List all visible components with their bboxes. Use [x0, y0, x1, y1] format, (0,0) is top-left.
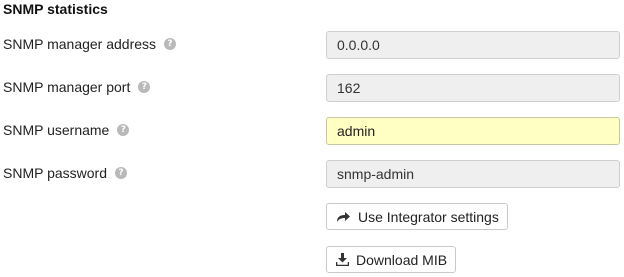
question-circle-icon[interactable]: ?	[164, 38, 177, 50]
use-integrator-settings-button[interactable]: Use Integrator settings	[326, 203, 508, 230]
question-circle-icon[interactable]: ?	[138, 81, 151, 93]
username-input[interactable]	[326, 117, 620, 145]
password-label: SNMP password	[3, 165, 108, 181]
share-arrow-icon	[336, 211, 351, 223]
manager-port-input[interactable]	[326, 74, 620, 102]
password-row-label: SNMP password ?	[3, 164, 128, 182]
section-title: SNMP statistics	[3, 1, 108, 17]
manager-address-input[interactable]	[326, 31, 620, 59]
manager-port-row-label: SNMP manager port ?	[3, 78, 151, 96]
download-mib-label: Download MIB	[356, 251, 448, 268]
username-row-label: SNMP username ?	[3, 121, 130, 139]
download-icon	[336, 253, 349, 266]
manager-port-label: SNMP manager port	[3, 79, 131, 95]
username-label: SNMP username	[3, 122, 110, 138]
question-circle-icon[interactable]: ?	[115, 167, 128, 179]
password-input[interactable]	[326, 160, 620, 188]
use-integrator-settings-label: Use Integrator settings	[358, 208, 499, 225]
download-mib-button[interactable]: Download MIB	[326, 246, 457, 273]
question-circle-icon[interactable]: ?	[117, 124, 130, 136]
manager-address-row-label: SNMP manager address ?	[3, 35, 177, 53]
manager-address-label: SNMP manager address	[3, 36, 157, 52]
